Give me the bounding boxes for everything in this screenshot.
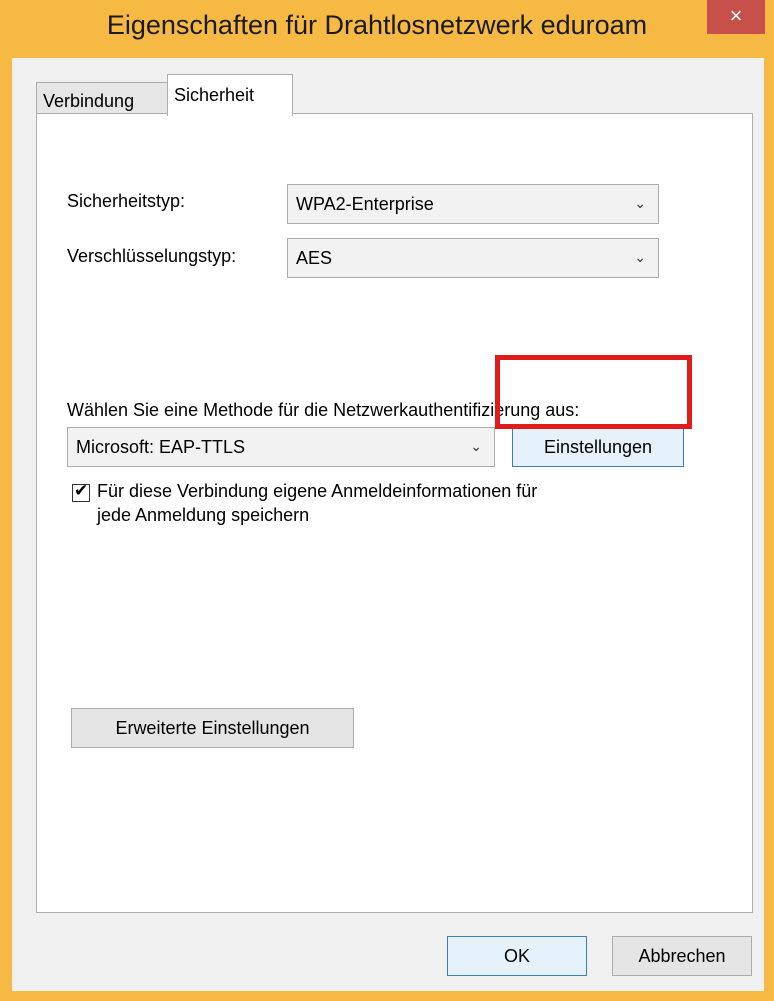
security-type-select[interactable]: WPA2-Enterprise ⌄ (287, 184, 659, 224)
settings-button[interactable]: Einstellungen (512, 427, 684, 467)
auth-method-select[interactable]: Microsoft: EAP-TTLS ⌄ (67, 427, 495, 467)
remember-credentials-label-line2: jede Anmeldung speichern (97, 505, 310, 525)
security-type-value: WPA2-Enterprise (296, 194, 434, 214)
advanced-settings-button[interactable]: Erweiterte Einstellungen (71, 708, 354, 748)
remember-credentials-label-line1: Für diese Verbindung eigene Anmeldeinfor… (97, 481, 538, 501)
ok-button[interactable]: OK (447, 936, 587, 976)
chevron-down-icon: ⌄ (634, 195, 646, 211)
encryption-type-label: Verschlüsselungstyp: (67, 246, 237, 266)
chevron-down-icon: ⌄ (470, 438, 482, 454)
security-panel: Sicherheitstyp: WPA2-Enterprise ⌄ Versch… (36, 113, 753, 913)
remember-credentials-checkbox[interactable]: ✔ (72, 481, 90, 502)
close-button[interactable]: × (707, 0, 765, 34)
tab-verbindung[interactable]: Verbindung (36, 82, 168, 114)
close-icon: × (729, 3, 743, 28)
security-type-label: Sicherheitstyp: (67, 191, 186, 211)
auth-method-value: Microsoft: EAP-TTLS (76, 437, 246, 457)
tab-sicherheit[interactable]: Sicherheit (167, 74, 293, 116)
highlight-box (495, 355, 692, 429)
dialog-body: Verbindung Sicherheit Sicherheitstyp: WP… (12, 58, 764, 991)
title-bar[interactable]: Eigenschaften für Drahtlosnetzwerk eduro… (0, 0, 774, 60)
properties-dialog: Eigenschaften für Drahtlosnetzwerk eduro… (0, 0, 774, 1001)
checkmark-icon: ✔ (74, 481, 89, 500)
encryption-type-value: AES (296, 248, 333, 268)
encryption-type-select[interactable]: AES ⌄ (287, 238, 659, 278)
chevron-down-icon: ⌄ (634, 249, 646, 265)
cancel-button[interactable]: Abbrechen (612, 936, 752, 976)
window-title: Eigenschaften für Drahtlosnetzwerk eduro… (106, 10, 648, 40)
